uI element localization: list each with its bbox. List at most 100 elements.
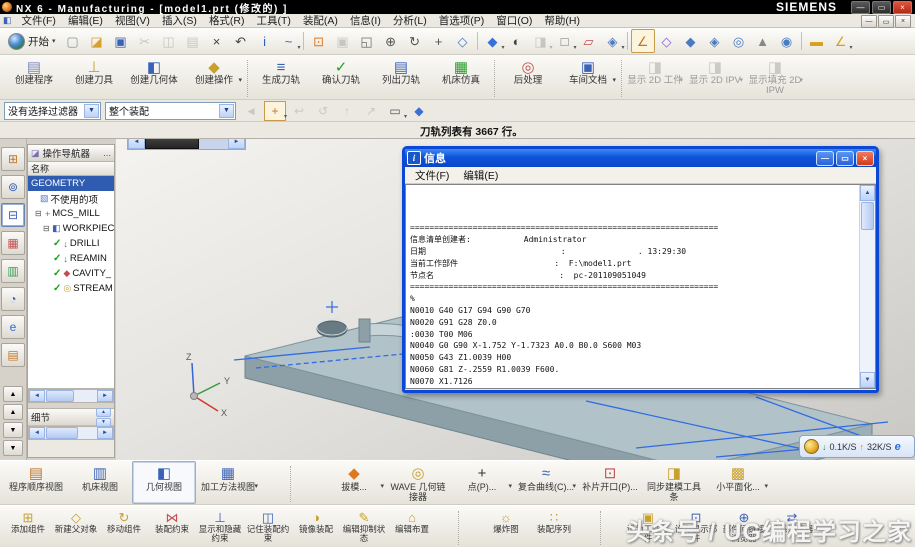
scroll-thumb[interactable] [861,202,874,230]
toolbar-separator[interactable] [491,55,498,99]
menu-preferences[interactable]: 首选项(P) [433,13,491,28]
resource-scroll-down2[interactable]: ▼ [3,440,23,456]
wave-geometry-linker-button[interactable]: ◎ WAVE 几何链接器 [386,461,450,504]
patch-opening-button[interactable]: ⊡ 补片开口(P)... [578,461,642,504]
rotate-view-icon[interactable]: ↻ [403,29,427,53]
info-minimize-button[interactable]: — [816,151,834,166]
machine-tool-view-button[interactable]: ▥ 机床视图 [68,461,132,504]
machining-method-view-button[interactable]: ▦ 加工方法视图 ▾ [196,461,260,504]
resource-scroll-up2[interactable]: ▲ [3,404,23,420]
verify-toolpath-button[interactable]: ✓ 确认刀轨 [311,55,371,99]
start-menu-button[interactable]: 开始 ▾ [3,32,61,51]
spin-down-icon[interactable]: ▼ [96,418,111,427]
menu-view[interactable]: 视图(V) [109,13,156,28]
snap-end-point-icon[interactable]: ◆ [679,29,703,53]
undo-selection-icon[interactable]: ↩ [288,101,310,121]
close-button[interactable]: × [893,1,912,14]
snap-arc-center-icon[interactable]: ◎ [727,29,751,53]
navigator-hscrollbar[interactable]: ◄ ► [28,389,114,403]
tab-history[interactable]: ◔ [1,287,25,311]
tree-item-cavity[interactable]: ✓ ◆ CAVITY_ [28,266,114,281]
create-program-button[interactable]: ▤ 创建程序 [4,55,64,99]
tab-machining-wizards[interactable]: ▦ [1,231,25,255]
snap-quadrant-icon[interactable]: ◉ [775,29,799,53]
edit-suppression-button[interactable]: ✎ 编辑抑制状态 [340,506,388,547]
snap-cursor-icon[interactable]: ▲ [751,29,775,53]
perspective-icon[interactable]: ◇ [451,29,475,53]
menu-file[interactable]: 文件(F) [16,13,62,28]
menu-window[interactable]: 窗口(O) [490,13,538,28]
scroll-right-icon[interactable]: ► [97,427,113,439]
composite-curve-button[interactable]: ≈ 复合曲线(C)... ▾ [514,461,578,504]
exploded-view-button[interactable]: ☼ 爆炸图 [482,506,530,547]
tree-expander-icon[interactable]: ⊟ [35,209,43,218]
cut-icon[interactable]: ✂ [133,29,157,53]
info-restore-button[interactable]: ▭ [836,151,854,166]
scroll-left-icon[interactable]: ◄ [29,390,45,402]
lift-select-icon[interactable]: ↑ [336,101,358,121]
rectangle-select-icon[interactable]: ▭ ▾ [384,101,406,121]
draft-button[interactable]: ◆ 拔模... ▾ [322,461,386,504]
pick-select-icon[interactable]: ↗ [360,101,382,121]
generate-toolpath-button[interactable]: ≡ 生成刀轨 [251,55,311,99]
chevron-down-icon[interactable]: ▼ [219,104,234,118]
zoom-fill-icon[interactable]: ▣ [331,29,355,53]
info-window-titlebar[interactable]: i 信息 — ▭ × [405,149,876,167]
navigator-column-header[interactable]: 名称 [28,162,114,176]
list-toolpath-button[interactable]: ▤ 列出刀轨 [371,55,431,99]
show-2d-workpiece-button[interactable]: ◨ 显示 2D 工件 ▾ [625,55,685,99]
orient-wcs-icon[interactable]: ∠ [631,29,655,53]
menu-tools[interactable]: 工具(T) [251,13,297,28]
new-parent-button[interactable]: ◇ 新建父对象 [52,506,100,547]
toolbar-separator[interactable] [618,55,625,99]
toolbar-separator[interactable] [244,55,251,99]
show-filled-2d-ipw-button[interactable]: ◨ 显示填充 2D IPW ▾ [745,55,805,99]
tab-visual-reports[interactable]: ▥ [1,259,25,283]
menu-insert[interactable]: 插入(S) [156,13,203,28]
tree-item-streamline[interactable]: ✓ ◎ STREAM [28,281,114,296]
shop-documentation-button[interactable]: ▣ 车间文档 ▾ [558,55,618,99]
toolbar-separator[interactable] [578,506,624,547]
create-operation-button[interactable]: ◆ 创建操作 ▾ [184,55,244,99]
scroll-down-icon[interactable]: ▼ [860,372,875,388]
snap-point-icon[interactable]: ◇ [655,29,679,53]
info-menu-edit[interactable]: 编辑(E) [456,168,505,183]
network-monitor-widget[interactable]: ↓ 0.1K/S ↑ 32K/S e [799,435,915,458]
copy-icon[interactable]: ◫ [157,29,181,53]
postprocess-button[interactable]: ◎ 后处理 [498,55,558,99]
toolbar-separator[interactable] [301,30,307,52]
show-shaded-icon[interactable]: ◆ [408,101,430,121]
alert-sound-icon[interactable]: ◄ [240,101,262,121]
background-icon[interactable]: □ ▾ [553,29,577,53]
edit-arrangement-button[interactable]: ⌂ 编辑布置 [388,506,436,547]
toolbar-separator[interactable] [625,30,631,52]
fit-view-icon[interactable]: ⊡ [307,29,331,53]
tree-item-reaming[interactable]: ✓ ↓ REAMIN [28,251,114,266]
zoom-in-out-icon[interactable]: ⊕ [379,29,403,53]
hidden-edge-icon[interactable]: ◨ ▾ [529,29,553,53]
toolbar-separator[interactable] [799,30,805,52]
snap-point-toggle-icon[interactable]: + ▾ [264,101,286,121]
mdi-minimize-button[interactable]: — [861,15,877,28]
show-2d-ipv-button[interactable]: ◨ 显示 2D IPV ▾ [685,55,745,99]
tree-item-drilling[interactable]: ✓ ↓ DRILLI [28,236,114,251]
tree-item-geometry[interactable]: GEOMETRY [28,176,114,191]
menu-information[interactable]: 信息(I) [344,13,387,28]
point-button[interactable]: + 点(P)... ▾ [450,461,514,504]
undo-icon[interactable]: ↶ [229,29,253,53]
scroll-thumb[interactable] [46,427,78,439]
chevron-down-icon[interactable]: ▼ [84,104,99,118]
menu-analysis[interactable]: 分析(L) [387,13,433,28]
show-hide-constraints-button[interactable]: ⊥ 显示和隐藏约束 [196,506,244,547]
tree-item-workpiece[interactable]: ⊟ ◧ WORKPIECE [28,221,114,236]
assembly-constraints-button[interactable]: ⋈ 装配约束 [148,506,196,547]
tree-item-mcs-mill[interactable]: ⊟ + MCS_MILL [28,206,114,221]
scroll-right-icon[interactable]: ► [97,390,113,402]
resource-scroll-down[interactable]: ▼ [3,422,23,438]
scroll-thumb[interactable] [46,390,74,402]
measure-distance-icon[interactable]: ▬ [805,29,829,53]
shaded-view-icon[interactable]: ◆ ▾ [481,29,505,53]
program-order-view-button[interactable]: ▤ 程序顺序视图 [4,461,68,504]
synchronous-modeling-button[interactable]: ◨ 同步建模工具条 [642,461,706,504]
menu-edit[interactable]: 编辑(E) [62,13,109,28]
